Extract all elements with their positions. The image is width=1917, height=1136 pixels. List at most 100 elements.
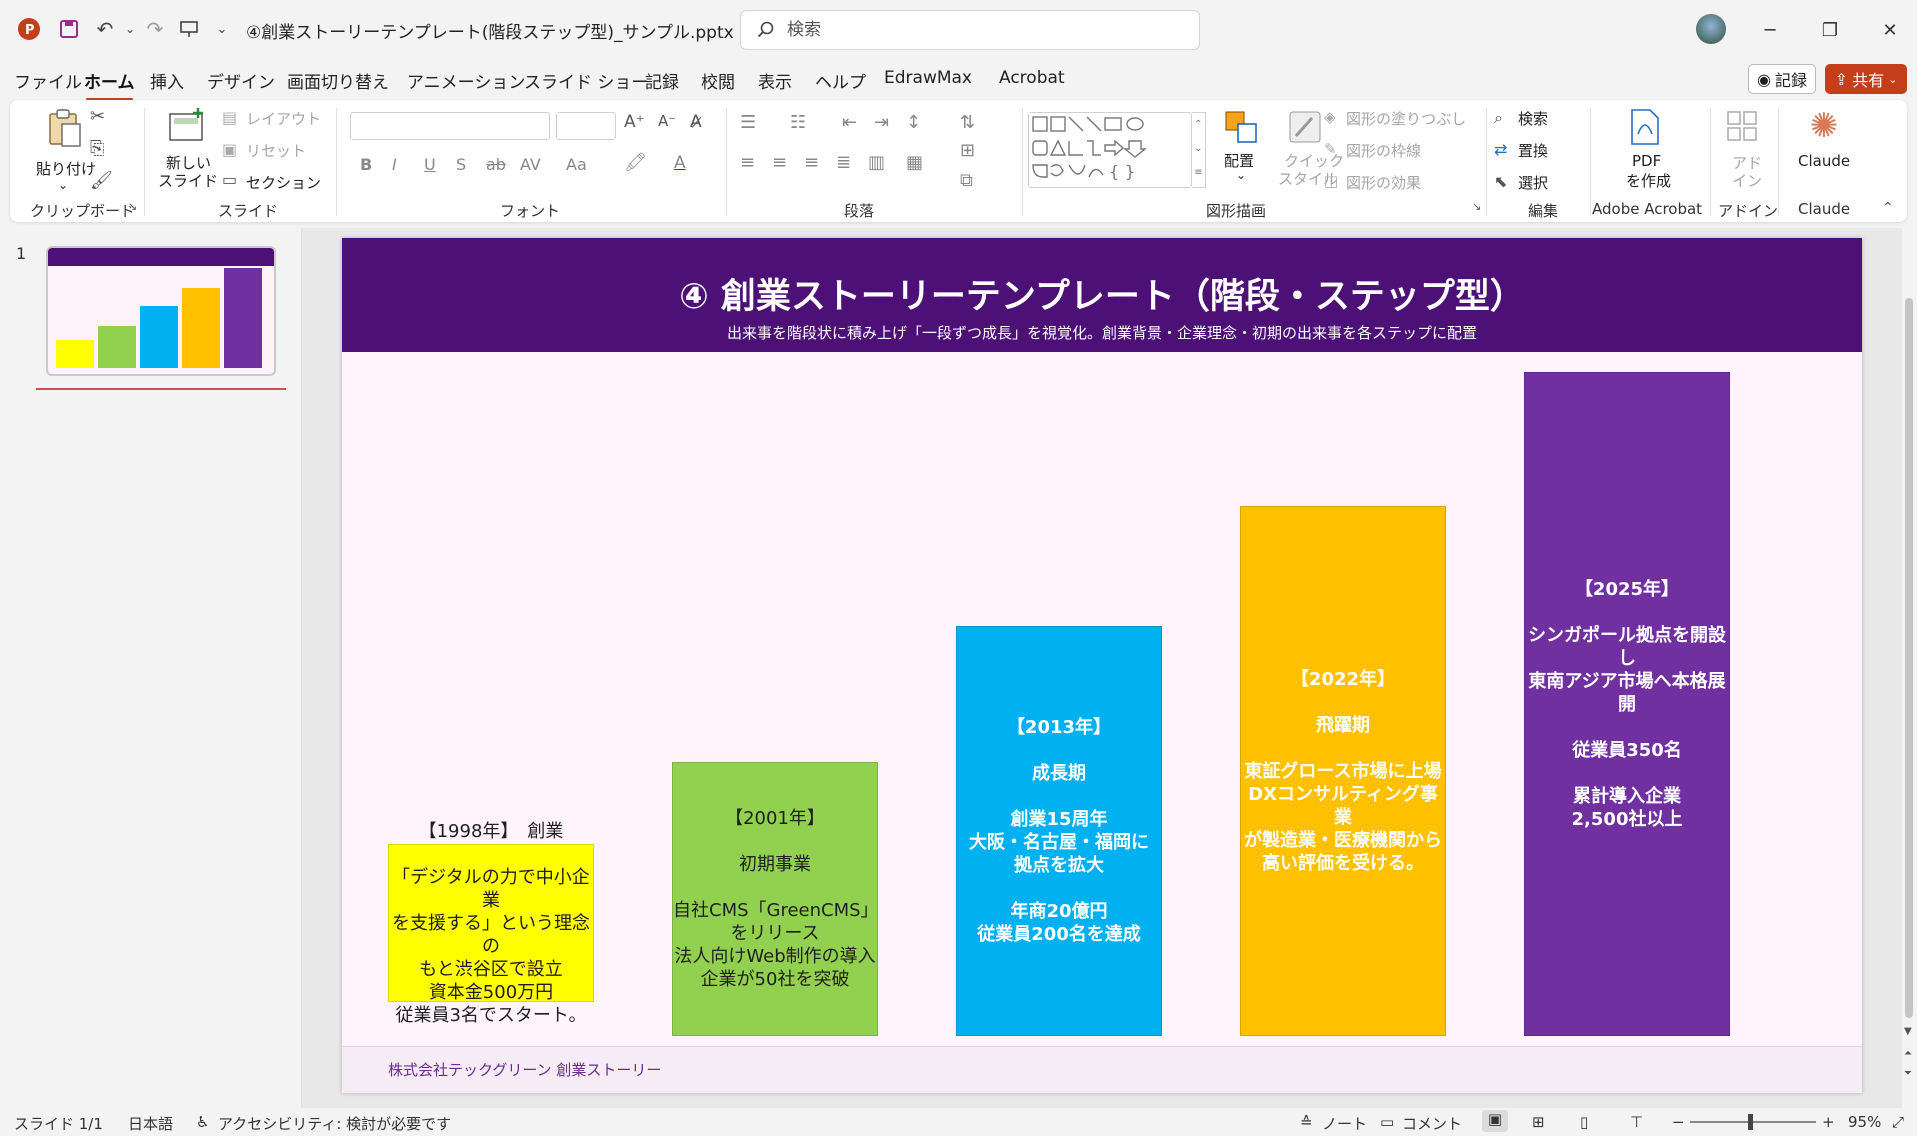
layout-button[interactable]: レイアウト	[246, 108, 321, 129]
grow-font-icon[interactable]: A⁺	[624, 112, 645, 132]
shrink-font-icon[interactable]: A⁻	[658, 112, 676, 130]
shapes-scroll[interactable]: ⌃ ⌄ ≡	[1192, 112, 1206, 188]
undo-icon[interactable]: ↶	[90, 14, 120, 44]
section-button[interactable]: セクション	[246, 172, 321, 193]
normal-view-icon[interactable]: ▣	[1482, 1110, 1508, 1132]
decrease-indent-icon[interactable]: ⇤	[842, 112, 857, 133]
increase-indent-icon[interactable]: ⇥	[874, 112, 889, 133]
justify-icon[interactable]: ≣	[836, 152, 851, 173]
change-case-icon[interactable]: Aa	[566, 155, 587, 174]
tab-edrawmax[interactable]: EdrawMax	[884, 68, 972, 88]
tab-design[interactable]: デザイン	[207, 68, 275, 93]
tab-slideshow[interactable]: スライド ショー	[524, 68, 648, 93]
clear-format-icon[interactable]: A̷	[690, 112, 702, 132]
addins-button[interactable]: アド イン	[1718, 106, 1770, 196]
claude-button[interactable]: ✺ Claude	[1784, 106, 1864, 196]
font-name-combo[interactable]	[350, 112, 550, 140]
bullets-icon[interactable]: ☰	[740, 112, 756, 133]
previous-slide-icon[interactable]: ⏶	[1904, 1048, 1912, 1059]
cut-icon[interactable]: ✂	[90, 106, 105, 127]
dialog-launcher-icon[interactable]: ↘	[128, 200, 137, 213]
accessibility-status[interactable]: アクセシビリティ: 検討が必要です	[218, 1113, 451, 1134]
slideshow-icon[interactable]: ⊤	[1630, 1113, 1643, 1131]
columns-icon[interactable]: ▦	[906, 152, 923, 173]
copy-icon[interactable]: ⎘	[90, 138, 104, 159]
bold-icon[interactable]: B	[360, 155, 372, 174]
step-box-1998[interactable]: 【1998年】 創業 「デジタルの力で中小企業 を支援する」という理念の もと渋谷区…	[388, 821, 594, 1026]
underline-icon[interactable]: U	[424, 155, 436, 174]
shape-fill-button[interactable]: 図形の塗りつぶし	[1346, 108, 1466, 129]
new-slide-button[interactable]: 新しい スライド	[150, 108, 222, 194]
strikethrough-icon[interactable]: ab	[486, 155, 506, 174]
reset-button[interactable]: リセット	[246, 140, 306, 161]
distribute-icon[interactable]: ▥	[868, 152, 885, 173]
save-icon[interactable]	[54, 14, 84, 44]
tab-help[interactable]: ヘルプ	[815, 68, 866, 93]
undo-dropdown-icon[interactable]: ⌄	[122, 14, 138, 44]
scroll-down-icon[interactable]: ▼	[1904, 1026, 1912, 1037]
arrange-button[interactable]: 配置 ⌄	[1214, 106, 1270, 196]
text-direction-icon[interactable]: ⇅	[960, 112, 975, 133]
collapse-ribbon-icon[interactable]: ⌃	[1882, 200, 1894, 216]
step-box-2025[interactable]: 【2025年】 シンガポール拠点を開設し 東南アジア市場へ本格展開 従業員350名…	[1524, 372, 1730, 1036]
smartart-icon[interactable]: ⧉	[960, 170, 973, 191]
tab-record[interactable]: 記録	[645, 68, 679, 93]
slide[interactable]: ④ 創業ストーリーテンプレート（階段・ステップ型） 出来事を階段状に積み上げ「一…	[342, 238, 1862, 1093]
align-text-icon[interactable]: ⊞	[960, 140, 975, 161]
align-left-icon[interactable]: ≡	[740, 152, 755, 173]
avatar[interactable]	[1696, 14, 1726, 44]
notes-button[interactable]: ノート	[1322, 1113, 1367, 1134]
numbering-icon[interactable]: ☷	[790, 112, 806, 133]
create-pdf-button[interactable]: PDF を作成	[1610, 106, 1680, 196]
format-painter-icon[interactable]: 🖌	[90, 170, 113, 191]
dialog-launcher-icon[interactable]: ↘	[1472, 200, 1481, 213]
font-size-combo[interactable]	[556, 112, 616, 140]
step-box-2001[interactable]: 【2001年】 初期事業 自社CMS「GreenCMS」 をリリース 法人向けWeb…	[672, 762, 879, 1036]
restore-icon[interactable]: ❐	[1800, 10, 1860, 50]
slide-indicator[interactable]: スライド 1/1	[14, 1113, 103, 1134]
tab-acrobat[interactable]: Acrobat	[999, 68, 1065, 88]
slide-subtitle[interactable]: 出来事を階段状に積み上げ「一段ずつ成長」を視覚化。創業背景・企業理念・初期の出来…	[342, 322, 1862, 343]
italic-icon[interactable]: I	[392, 155, 397, 174]
vertical-scrollbar[interactable]: ▼ ⏶ ⏷	[1902, 228, 1917, 1108]
shape-effects-button[interactable]: 図形の効果	[1346, 172, 1421, 193]
align-right-icon[interactable]: ≡	[804, 152, 819, 173]
share-button[interactable]: ⇪ 共有 ⌄	[1825, 64, 1907, 94]
zoom-slider[interactable]	[1690, 1121, 1816, 1123]
font-color-icon[interactable]: A	[674, 153, 686, 173]
zoom-out-icon[interactable]: −	[1672, 1113, 1685, 1131]
footer-text[interactable]: 株式会社テックグリーン 創業ストーリー	[388, 1059, 661, 1080]
line-spacing-icon[interactable]: ↕	[906, 112, 921, 133]
paste-button[interactable]: 貼り付け ⌄	[24, 108, 98, 194]
minimize-icon[interactable]: ─	[1740, 10, 1800, 50]
tab-home[interactable]: ホーム	[84, 68, 135, 101]
search-box[interactable]	[740, 10, 1200, 50]
customize-qat-icon[interactable]: ⌄	[212, 14, 232, 44]
align-center-icon[interactable]: ≡	[772, 152, 787, 173]
tab-insert[interactable]: 挿入	[150, 68, 184, 93]
step-box-2022[interactable]: 【2022年】 飛躍期 東証グロース市場に上場 DXコンサルティング事業 が製造業・…	[1240, 506, 1446, 1036]
next-slide-icon[interactable]: ⏷	[1904, 1068, 1912, 1079]
redo-icon[interactable]: ↷	[140, 14, 170, 44]
tab-review[interactable]: 校閲	[701, 68, 735, 93]
comments-button[interactable]: コメント	[1402, 1113, 1462, 1134]
char-spacing-icon[interactable]: AV	[520, 155, 541, 174]
language-indicator[interactable]: 日本語	[128, 1113, 173, 1134]
zoom-level[interactable]: 95%	[1848, 1113, 1881, 1131]
tab-animations[interactable]: アニメーション	[407, 68, 525, 93]
zoom-slider-thumb[interactable]	[1748, 1114, 1753, 1130]
select-button[interactable]: 選択	[1518, 172, 1548, 193]
tab-transitions[interactable]: 画面切り替え	[287, 68, 389, 93]
reading-view-icon[interactable]: ▯	[1580, 1113, 1588, 1131]
step-box-2013[interactable]: 【2013年】 成長期 創業15周年 大阪・名古屋・福岡に 拠点を拡大 年商20億円…	[956, 626, 1162, 1036]
replace-button[interactable]: 置換	[1518, 140, 1548, 161]
scrollbar-thumb[interactable]	[1905, 298, 1913, 1018]
close-icon[interactable]: ✕	[1860, 10, 1917, 50]
slide-sorter-icon[interactable]: ⊞	[1532, 1113, 1545, 1131]
tab-view[interactable]: 表示	[758, 68, 792, 93]
slide-thumbnail[interactable]	[46, 246, 276, 376]
slide-title[interactable]: ④ 創業ストーリーテンプレート（階段・ステップ型）	[342, 268, 1862, 319]
find-button[interactable]: 検索	[1518, 108, 1548, 129]
fit-to-window-icon[interactable]: ⤢	[1892, 1113, 1904, 1131]
tab-file[interactable]: ファイル	[14, 68, 82, 93]
